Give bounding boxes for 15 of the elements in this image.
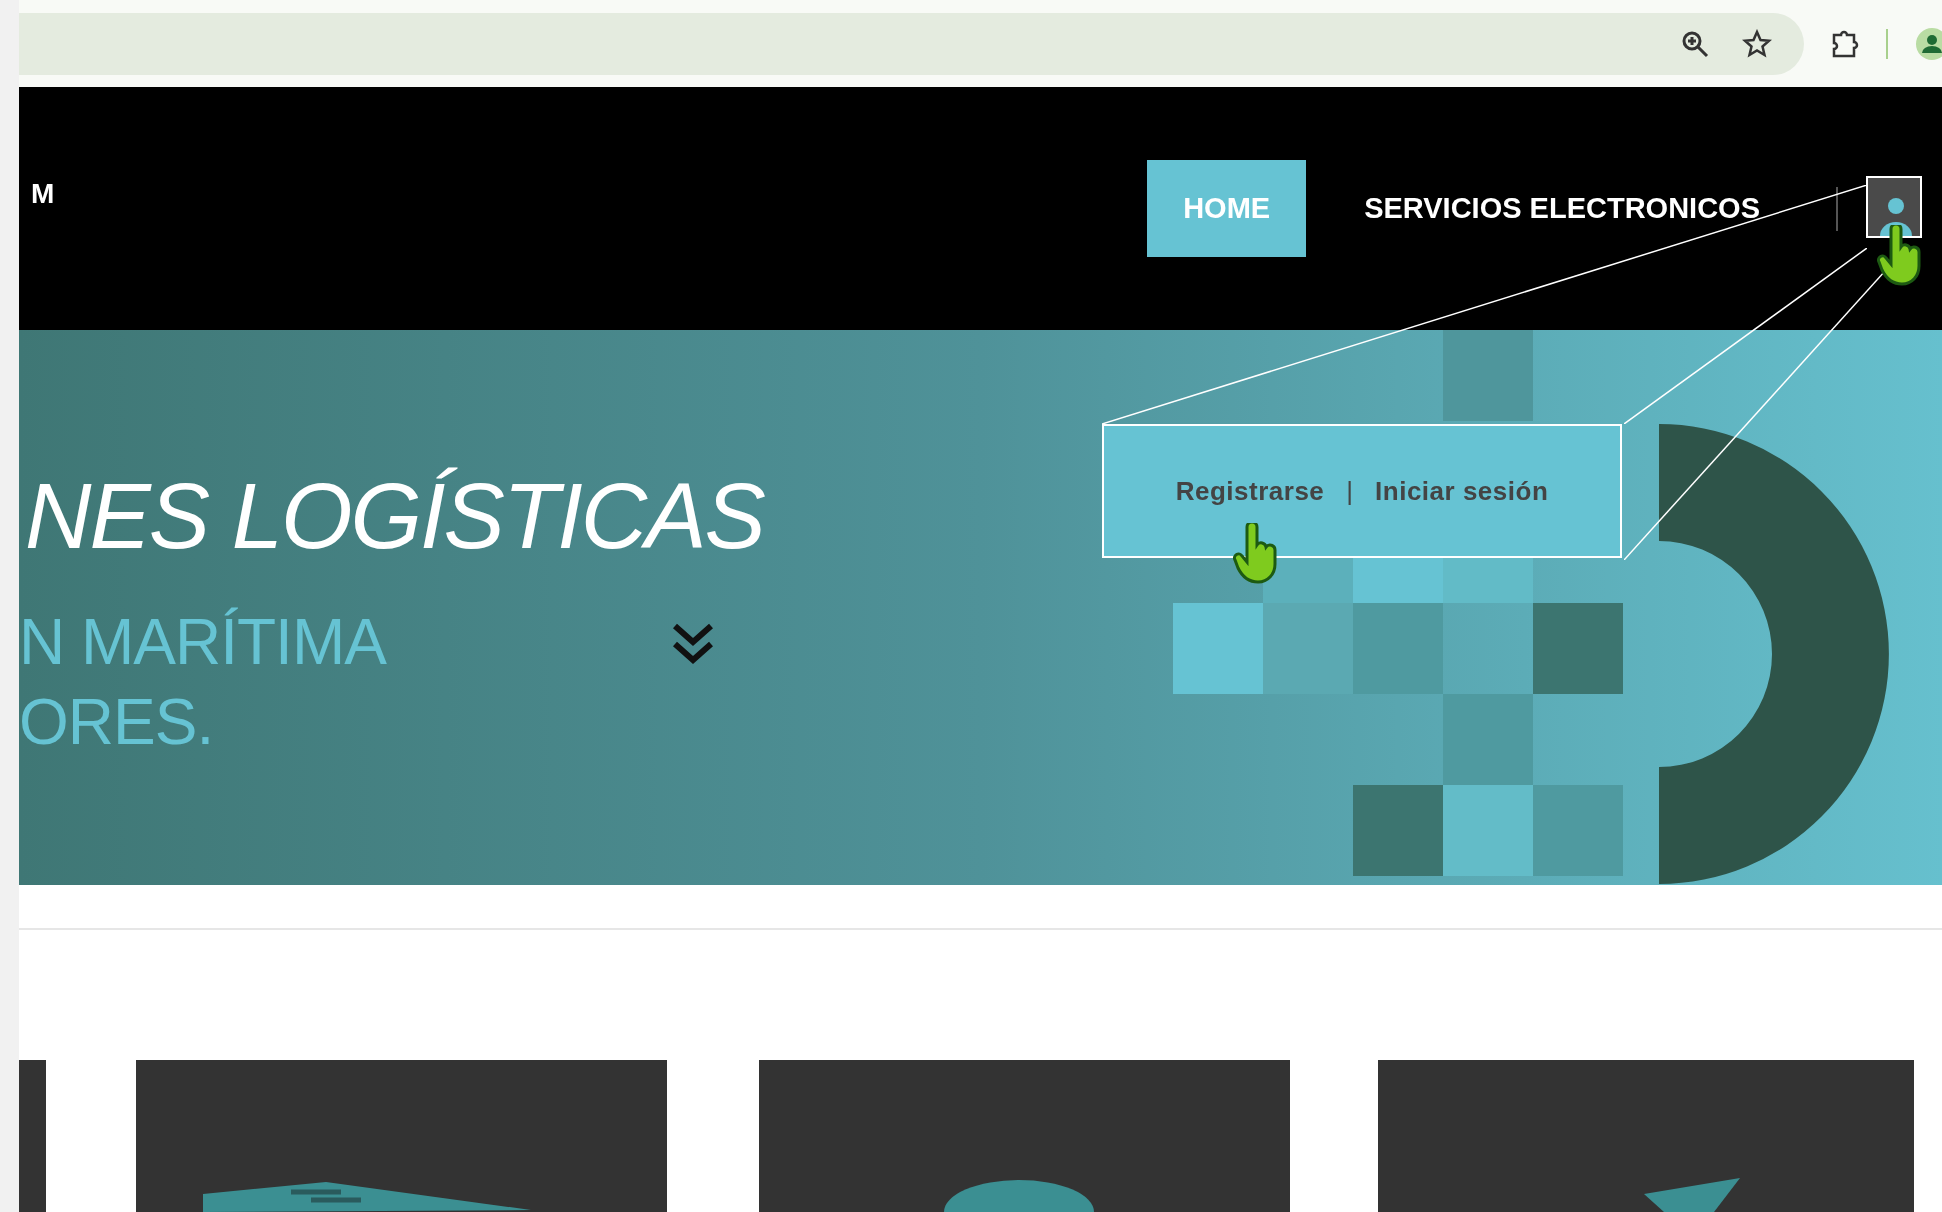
service-card[interactable] [1378,1060,1914,1212]
service-card[interactable] [759,1060,1290,1212]
logo-text: M [30,177,55,210]
hero-subtitle: ORES. [19,685,215,760]
login-link[interactable]: Iniciar sesión [1375,475,1549,507]
nav-tab[interactable]: SERVICIOS ELECTRONICOS [1328,160,1796,257]
link-separator: | [1346,475,1354,507]
double-chevron-down-icon[interactable] [670,622,715,664]
bookmark-star-icon[interactable] [1742,28,1772,59]
hand-cursor-icon [1233,523,1279,585]
register-link[interactable]: Registrarse [1175,475,1325,507]
hero-subtitle: N MARÍTIMA [19,605,386,680]
hand-cursor-icon [1877,225,1923,287]
service-card[interactable] [136,1060,667,1212]
user-account-button[interactable] [1866,175,1922,238]
